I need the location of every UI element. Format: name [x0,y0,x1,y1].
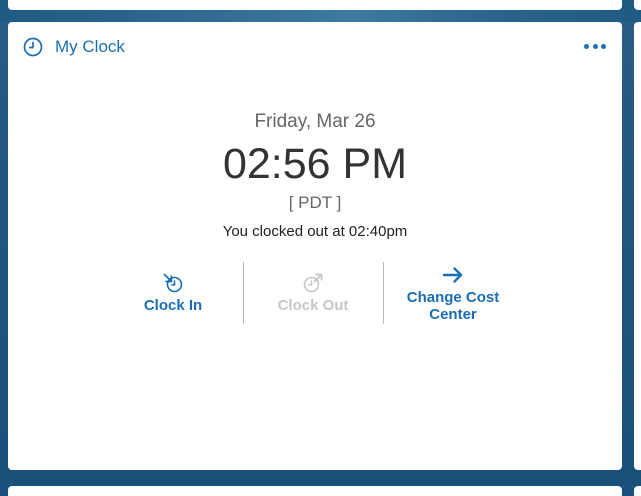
clock-actions: Clock In Clock Out Change Cost Center [103,262,523,324]
clock-out-icon [302,272,324,294]
more-horizontal-icon [592,43,598,49]
clock-display: Friday, Mar 26 02:56 PM [ PDT ] You cloc… [8,110,622,242]
card-header: My Clock [23,37,125,57]
clock-icon [23,37,43,57]
clock-status: You clocked out at 02:40pm [222,223,408,240]
card-below-right [634,486,641,496]
more-horizontal-icon [601,43,606,49]
more-options-button[interactable] [584,40,606,52]
card-above-right [634,0,641,10]
my-clock-card: My Clock Friday, Mar 26 02:56 PM [ PDT ]… [8,22,622,470]
card-title: My Clock [55,37,125,56]
arrow-right-icon [442,264,464,286]
card-below [8,486,622,496]
clock-in-button[interactable]: Clock In [103,262,243,324]
card-right-edge [634,22,641,470]
current-time: 02:56 PM [222,140,408,188]
clock-in-icon [162,272,184,294]
current-date: Friday, Mar 26 [254,111,376,132]
timezone-label: [ PDT ] [288,193,342,212]
change-cost-center-button[interactable]: Change Cost Center [383,262,523,324]
clock-out-label: Clock Out [277,297,349,314]
clock-out-button[interactable]: Clock Out [243,262,383,324]
clock-in-label: Clock In [143,297,203,314]
more-horizontal-icon [584,43,589,49]
change-cost-center-label: Change Cost Center [406,289,500,323]
card-above [8,0,622,10]
